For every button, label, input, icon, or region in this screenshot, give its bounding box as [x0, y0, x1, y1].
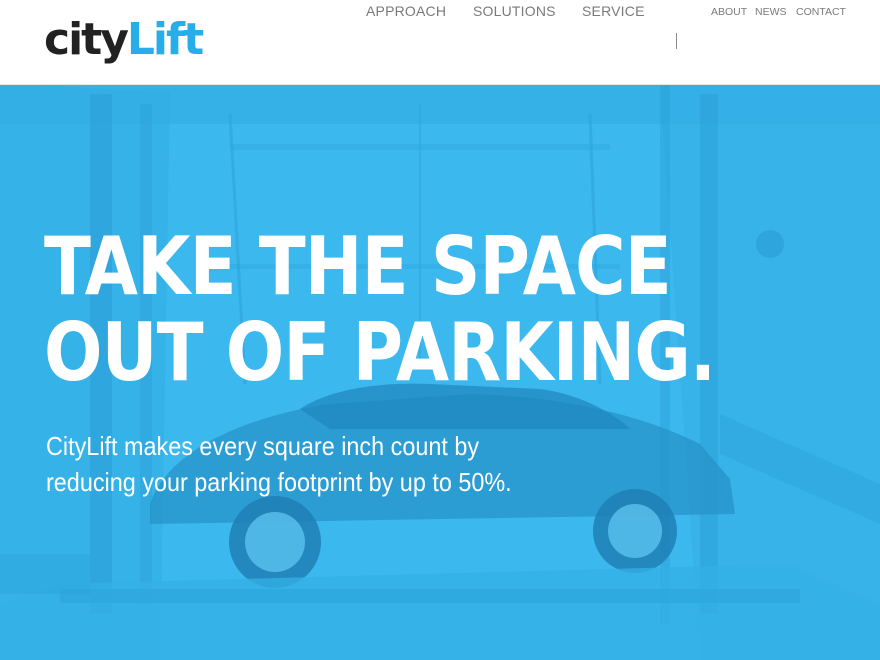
hero-headline: TAKE THE SPACE OUT OF PARKING. [44, 224, 716, 399]
nav-contact[interactable]: CONTACT [796, 2, 846, 26]
nav-approach[interactable]: APPROACH [366, 0, 446, 24]
headline-line-2: OUT OF PARKING. [44, 306, 716, 399]
nav-divider [676, 33, 677, 49]
hero-section: TAKE THE SPACE OUT OF PARKING. CityLift … [0, 84, 880, 660]
hero-subtext: CityLift makes every square inch count b… [46, 428, 512, 500]
nav-about[interactable]: ABOUT [711, 2, 747, 26]
subtext-line-1: CityLift makes every square inch count b… [46, 431, 480, 461]
nav-solutions[interactable]: SOLUTIONS [473, 0, 556, 24]
site-header: cityLift APPROACH SOLUTIONS SERVICE ABOU… [0, 0, 880, 85]
nav-service[interactable]: SERVICE [582, 0, 645, 24]
subtext-line-2: reducing your parking footprint by up to… [46, 467, 512, 497]
citylift-logo[interactable]: cityLift [44, 12, 204, 68]
nav-news[interactable]: NEWS [755, 2, 787, 26]
logo-lift-text: Lift [126, 14, 204, 65]
logo-city-text: city [44, 14, 129, 65]
headline-line-1: TAKE THE SPACE [44, 220, 672, 313]
